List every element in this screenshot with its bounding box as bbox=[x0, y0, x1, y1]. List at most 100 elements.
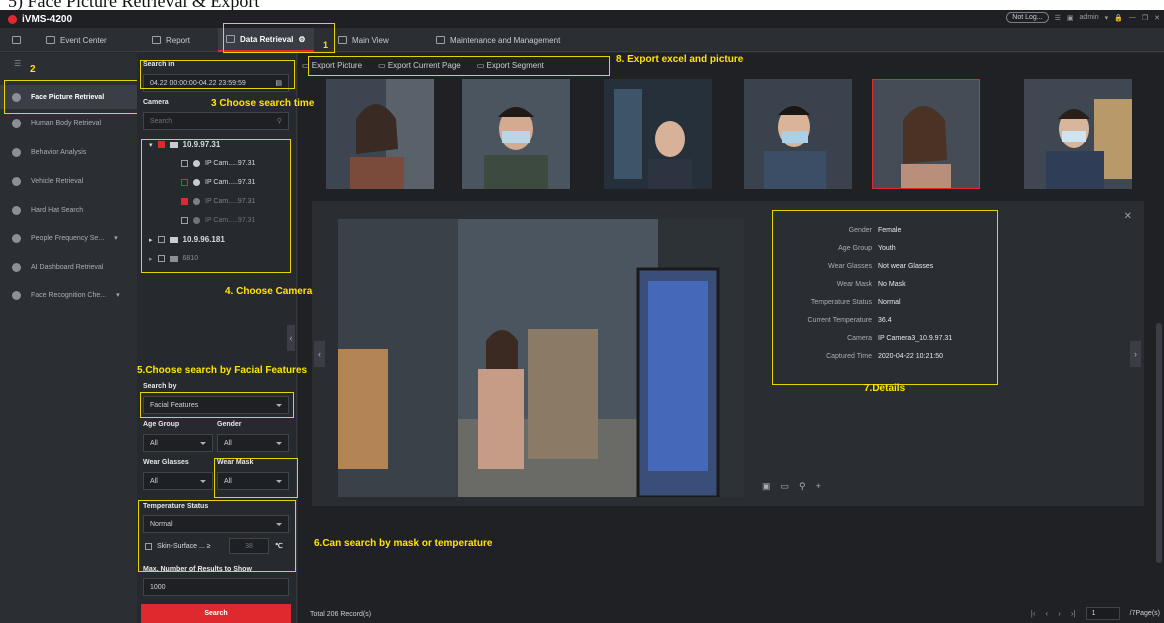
gender-dropdown[interactable]: All bbox=[217, 434, 289, 452]
close-icon[interactable]: ✕ bbox=[1154, 14, 1160, 22]
search-button[interactable]: Search bbox=[141, 604, 291, 623]
scrollbar[interactable] bbox=[1156, 323, 1162, 563]
total-records: Total 206 Record(s) bbox=[310, 610, 372, 618]
detail-panel: ✕ ▣ ▭ ⚲ + Gender Female Age Group Youth … bbox=[312, 201, 1144, 506]
face-recognition-icon bbox=[12, 290, 21, 300]
vehicle-icon bbox=[12, 176, 21, 186]
sidebar-item-hard-hat-search[interactable]: Hard Hat Search bbox=[0, 198, 137, 222]
result-thumbnail[interactable] bbox=[1024, 79, 1132, 189]
face-picture bbox=[462, 79, 570, 189]
annotation-box-7 bbox=[772, 210, 998, 385]
document-heading: 5) Face Picture Retrieval & Export bbox=[0, 0, 1164, 10]
grid-menu-icon[interactable] bbox=[12, 28, 21, 52]
restore-icon[interactable]: ❐ bbox=[1142, 14, 1148, 22]
sidebar-item-behavior-analysis[interactable]: Behavior Analysis bbox=[0, 140, 137, 164]
annotation-box-2 bbox=[4, 80, 138, 114]
not-logged-badge[interactable]: Not Log... bbox=[1006, 12, 1049, 23]
title-bar: iVMS-4200 Not Log... ☰ ▣ admin ▾ 🔒 — ❐ ✕ bbox=[0, 10, 1164, 28]
previous-page-icon[interactable]: ‹ bbox=[1046, 609, 1049, 618]
page-total: /7Page(s) bbox=[1129, 610, 1160, 617]
chevron-down-icon[interactable]: ▾ bbox=[1105, 14, 1109, 22]
report-icon bbox=[152, 36, 161, 44]
menu-maintenance[interactable]: Maintenance and Management bbox=[436, 28, 560, 52]
annotation-2: 2 bbox=[30, 64, 36, 75]
dashboard-icon bbox=[12, 262, 21, 272]
annotation-box-6a bbox=[214, 458, 298, 498]
previous-arrow[interactable]: ‹ bbox=[314, 341, 325, 367]
sidebar-item-vehicle-retrieval[interactable]: Vehicle Retrieval bbox=[0, 169, 137, 193]
pagination: |‹ ‹ › ›| 1 /7Page(s) bbox=[1031, 607, 1160, 620]
collapse-icon[interactable]: ☰ bbox=[14, 59, 21, 68]
sidebar-item-human-body-retrieval[interactable]: Human Body Retrieval bbox=[0, 111, 137, 135]
chevron-down-icon bbox=[200, 441, 206, 445]
menu-main-view[interactable]: Main View bbox=[338, 28, 389, 52]
last-page-icon[interactable]: ›| bbox=[1071, 609, 1076, 618]
close-detail-icon[interactable]: ✕ bbox=[1124, 211, 1132, 222]
export-icon[interactable]: ▭ bbox=[781, 481, 790, 492]
annotation-box-5 bbox=[140, 392, 294, 418]
menu-event-center[interactable]: Event Center bbox=[46, 28, 107, 52]
app-title: iVMS-4200 bbox=[22, 13, 73, 25]
annotation-7: 7.Details bbox=[864, 383, 906, 394]
menu-bar: Event Center Report Data Retrieval ⚙ Main… bbox=[0, 28, 1164, 52]
window-icon[interactable]: ▣ bbox=[1067, 14, 1074, 22]
maintenance-icon bbox=[436, 36, 445, 44]
sidebar-item-face-recognition-check[interactable]: Face Recognition Che... ▾ bbox=[0, 283, 137, 307]
annotation-box-4 bbox=[141, 139, 291, 273]
result-thumbnail[interactable] bbox=[744, 79, 852, 189]
annotation-1: 1 bbox=[323, 40, 329, 50]
minimize-icon[interactable]: — bbox=[1129, 14, 1136, 21]
app-logo-icon bbox=[8, 14, 17, 24]
search-icon: ⚲ bbox=[276, 118, 282, 125]
menu-report[interactable]: Report bbox=[152, 28, 190, 52]
next-page-icon[interactable]: › bbox=[1058, 609, 1061, 618]
people-icon bbox=[12, 233, 21, 243]
chevron-down-icon: ▾ bbox=[114, 235, 118, 242]
sidebar-item-ai-dashboard[interactable]: AI Dashboard Retrieval bbox=[0, 255, 137, 279]
annotation-box-3 bbox=[140, 60, 295, 89]
scene-picture bbox=[338, 219, 744, 497]
page-input[interactable]: 1 bbox=[1085, 607, 1120, 620]
age-group-dropdown[interactable]: All bbox=[143, 434, 213, 452]
annotation-3: 3 Choose search time bbox=[211, 98, 315, 109]
picture-icon[interactable]: ▣ bbox=[762, 481, 771, 492]
face-picture bbox=[1024, 79, 1132, 189]
sidebar-item-people-frequency[interactable]: People Frequency Se... ▾ bbox=[0, 226, 137, 250]
search-by-label: Search by bbox=[143, 383, 177, 390]
event-center-icon bbox=[46, 36, 55, 44]
first-page-icon[interactable]: |‹ bbox=[1031, 609, 1036, 618]
annotation-4: 4. Choose Camera bbox=[225, 286, 313, 297]
camera-search-input[interactable]: Search ⚲ bbox=[143, 112, 289, 130]
app-window: iVMS-4200 Not Log... ☰ ▣ admin ▾ 🔒 — ❐ ✕… bbox=[0, 10, 1164, 623]
wear-glasses-label: Wear Glasses bbox=[143, 459, 189, 466]
chevron-down-icon bbox=[200, 479, 206, 483]
lock-icon[interactable]: 🔒 bbox=[1114, 14, 1123, 22]
face-picture bbox=[326, 79, 434, 189]
panel-collapse-handle[interactable]: ‹ bbox=[287, 325, 295, 351]
next-arrow[interactable]: › bbox=[1130, 341, 1141, 367]
result-thumbnail-selected[interactable] bbox=[872, 79, 980, 189]
annotation-box-8 bbox=[308, 56, 610, 76]
hard-hat-icon bbox=[12, 205, 21, 215]
result-thumbnail[interactable] bbox=[462, 79, 570, 189]
age-group-label: Age Group bbox=[143, 421, 180, 428]
user-menu[interactable]: admin bbox=[1080, 14, 1099, 21]
face-picture bbox=[744, 79, 852, 189]
list-icon[interactable]: ☰ bbox=[1055, 14, 1061, 22]
annotation-6: 6.Can search by mask or temperature bbox=[314, 538, 493, 549]
human-body-icon bbox=[12, 118, 21, 128]
annotation-8: 8. Export excel and picture bbox=[616, 54, 744, 65]
result-thumbnail[interactable] bbox=[326, 79, 434, 189]
annotation-box-1 bbox=[223, 23, 335, 53]
sidebar: ☰ Face Picture Retrieval Human Body Retr… bbox=[0, 53, 137, 623]
wear-glasses-dropdown[interactable]: All bbox=[143, 472, 213, 490]
camera-label: Camera bbox=[143, 99, 169, 106]
result-footer: Total 206 Record(s) |‹ ‹ › ›| 1 /7Page(s… bbox=[298, 605, 1164, 623]
annotation-box-6b bbox=[138, 500, 296, 572]
max-results-input[interactable]: 1000 bbox=[143, 578, 289, 596]
plus-icon[interactable]: + bbox=[816, 481, 821, 492]
result-thumbnail[interactable] bbox=[604, 79, 712, 189]
chevron-down-icon: ▾ bbox=[116, 292, 120, 299]
zoom-icon[interactable]: ⚲ bbox=[799, 481, 806, 492]
behavior-icon bbox=[12, 147, 21, 157]
